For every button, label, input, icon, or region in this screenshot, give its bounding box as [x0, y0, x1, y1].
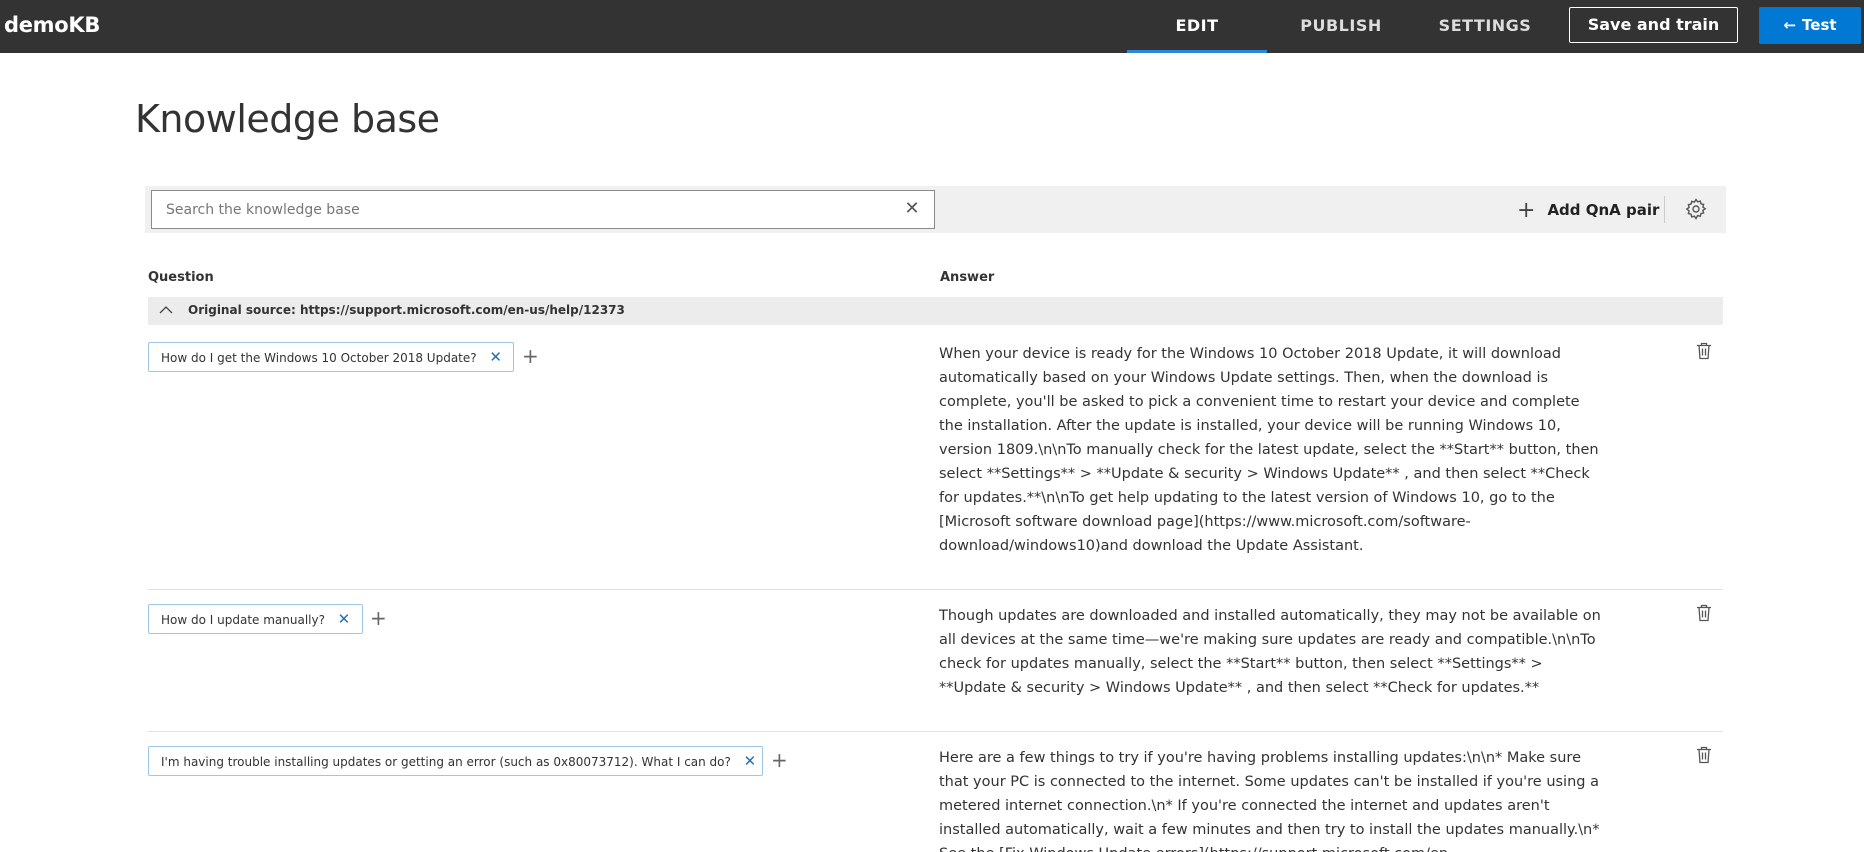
tab-settings[interactable]: SETTINGS — [1415, 0, 1555, 53]
source-group-header[interactable]: Original source: https://support.microso… — [148, 297, 1723, 325]
question-chip[interactable]: I'm having trouble installing updates or… — [148, 746, 763, 776]
close-icon[interactable]: ✕ — [737, 747, 763, 775]
close-icon[interactable]: ✕ — [483, 343, 509, 371]
test-button-label: Test — [1802, 16, 1837, 34]
search-box: ✕ — [151, 190, 935, 229]
answer-text[interactable]: When your device is ready for the Window… — [939, 342, 1604, 558]
answer-column-header: Answer — [940, 270, 995, 285]
question-text: I'm having trouble installing updates or… — [161, 755, 731, 769]
plus-icon[interactable]: + — [522, 345, 539, 367]
arrow-left-icon: ← — [1783, 16, 1797, 34]
plus-icon[interactable]: + — [771, 749, 788, 771]
question-text: How do I get the Windows 10 October 2018… — [161, 351, 477, 365]
close-icon[interactable]: ✕ — [331, 605, 357, 633]
answer-text[interactable]: Here are a few things to try if you're h… — [939, 746, 1604, 852]
source-label: Original source: https://support.microso… — [188, 303, 625, 317]
close-icon[interactable]: ✕ — [902, 199, 922, 219]
trash-icon[interactable] — [1696, 342, 1712, 360]
toolbar-divider — [1664, 196, 1665, 223]
qna-row: I'm having trouble installing updates or… — [148, 746, 1723, 852]
question-chip[interactable]: How do I get the Windows 10 October 2018… — [148, 342, 514, 372]
plus-icon: + — [1517, 198, 1536, 223]
question-chip[interactable]: How do I update manually? ✕ — [148, 604, 363, 634]
qna-row: How do I update manually? ✕ + Though upda… — [148, 604, 1723, 732]
top-bar: demoKB EDIT PUBLISH SETTINGS Save and tr… — [0, 0, 1864, 53]
chevron-up-icon[interactable] — [158, 302, 174, 318]
tab-edit[interactable]: EDIT — [1127, 0, 1267, 53]
save-and-train-button[interactable]: Save and train — [1569, 7, 1738, 43]
question-text: How do I update manually? — [161, 613, 325, 627]
test-button[interactable]: ← Test — [1759, 7, 1861, 44]
qna-row: How do I get the Windows 10 October 2018… — [148, 342, 1723, 590]
add-qna-pair-label: Add QnA pair — [1547, 201, 1660, 219]
plus-icon[interactable]: + — [370, 607, 387, 629]
trash-icon[interactable] — [1696, 746, 1712, 764]
search-input[interactable] — [166, 191, 896, 228]
question-column-header: Question — [148, 270, 214, 285]
trash-icon[interactable] — [1696, 604, 1712, 622]
add-qna-pair-button[interactable]: + Add QnA pair — [1517, 196, 1659, 224]
page-title: Knowledge base — [135, 97, 440, 141]
tab-publish[interactable]: PUBLISH — [1271, 0, 1411, 53]
gear-icon[interactable] — [1684, 197, 1708, 221]
answer-text[interactable]: Though updates are downloaded and instal… — [939, 604, 1604, 700]
kb-name: demoKB — [4, 13, 101, 37]
